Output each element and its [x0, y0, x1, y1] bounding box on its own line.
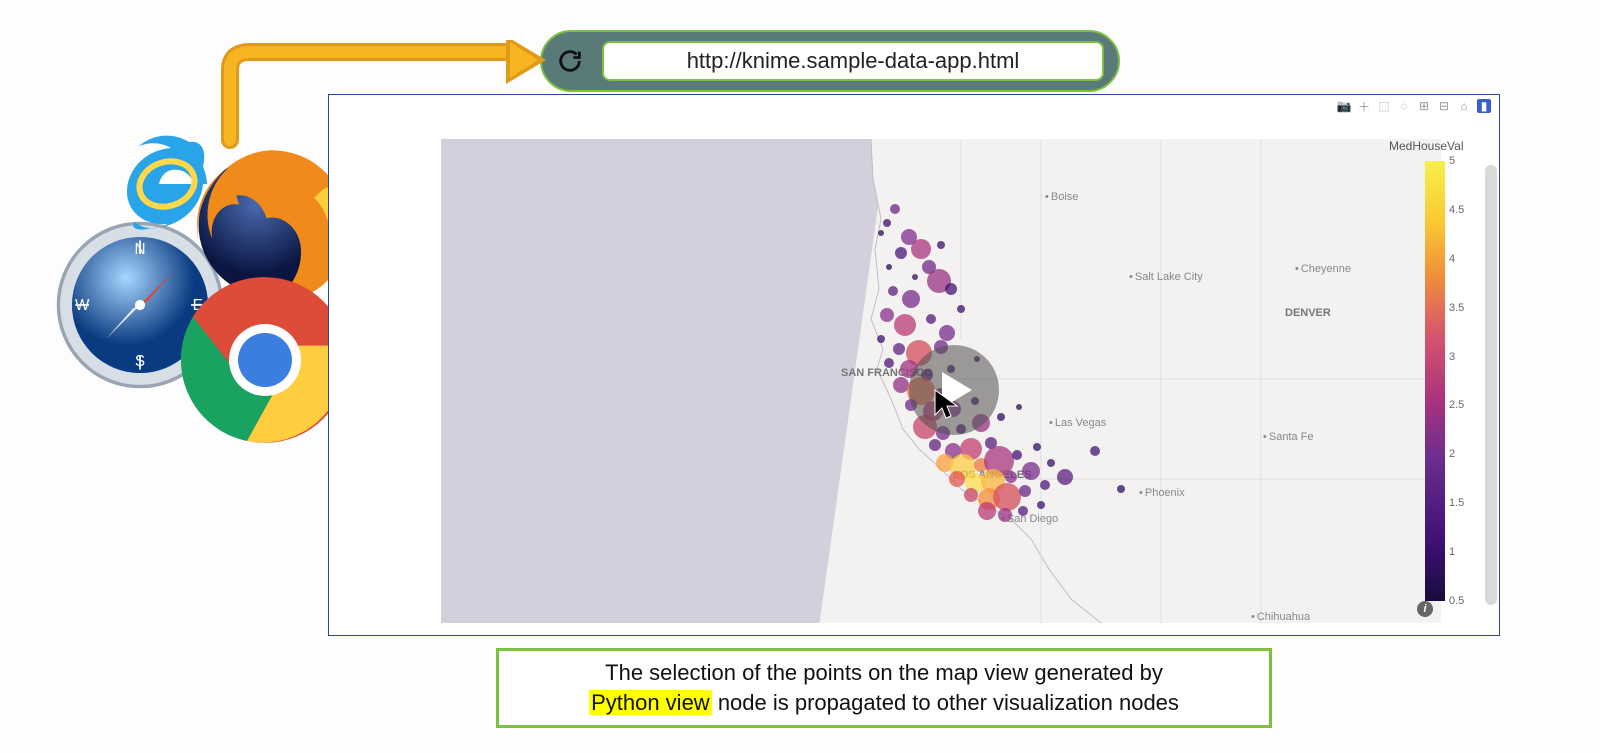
- data-point[interactable]: [926, 314, 936, 324]
- data-point[interactable]: [1033, 443, 1041, 451]
- add-box-icon[interactable]: ⊞: [1417, 99, 1431, 113]
- app-viewport: 📷 ＋ ⬚ ◌ ⊞ ⊟ ⌂ ▮ BoiseSalt Lake CityCheye…: [328, 94, 1500, 636]
- colorbar-tick: 0.5: [1449, 595, 1464, 607]
- url-field[interactable]: http://knime.sample-data-app.html: [602, 41, 1104, 81]
- data-point[interactable]: [894, 314, 916, 336]
- scrollbar[interactable]: [1485, 165, 1497, 605]
- data-point[interactable]: [957, 305, 965, 313]
- data-point[interactable]: [1047, 459, 1055, 467]
- data-point[interactable]: [949, 471, 965, 487]
- data-point[interactable]: [883, 219, 891, 227]
- data-point[interactable]: [890, 204, 900, 214]
- data-point[interactable]: [888, 286, 898, 296]
- box-select-icon[interactable]: ⬚: [1377, 99, 1391, 113]
- data-point[interactable]: [964, 488, 978, 502]
- colorbar-title: MedHouseVal: [1389, 139, 1463, 153]
- svg-text:N: N: [134, 241, 145, 258]
- colorbar-tick: 4.5: [1449, 204, 1464, 216]
- refresh-icon[interactable]: [556, 47, 584, 75]
- caption-highlight: Python view: [589, 690, 712, 715]
- caption-line1: The selection of the points on the map v…: [605, 658, 1163, 688]
- data-point[interactable]: [998, 508, 1012, 522]
- data-point[interactable]: [877, 335, 885, 343]
- colorbar-tick: 3: [1449, 351, 1455, 363]
- bar-chart-icon[interactable]: ▮: [1477, 99, 1491, 113]
- colorbar-tick: 2.5: [1449, 399, 1464, 411]
- colorbar: MedHouseVal 54.543.532.521.510.5: [1407, 141, 1469, 621]
- browser-address-bar: http://knime.sample-data-app.html: [540, 30, 1120, 92]
- colorbar-tick: 4: [1449, 253, 1455, 265]
- data-point[interactable]: [893, 343, 905, 355]
- data-point[interactable]: [997, 413, 1005, 421]
- data-point[interactable]: [886, 264, 892, 270]
- camera-icon[interactable]: 📷: [1337, 99, 1351, 113]
- data-point[interactable]: [1022, 462, 1040, 480]
- internet-explorer-icon: [115, 130, 215, 230]
- caption-line2: Python view node is propagated to other …: [589, 688, 1179, 718]
- data-point[interactable]: [937, 241, 945, 249]
- data-point[interactable]: [993, 483, 1021, 511]
- colorbar-tick: 3.5: [1449, 302, 1464, 314]
- data-point[interactable]: [929, 439, 941, 451]
- data-point[interactable]: [1016, 404, 1022, 410]
- data-point[interactable]: [911, 239, 931, 259]
- cursor-icon: [932, 387, 962, 421]
- colorbar-tick: 1.5: [1449, 497, 1464, 509]
- data-point[interactable]: [1117, 485, 1125, 493]
- data-point[interactable]: [1057, 469, 1073, 485]
- data-point[interactable]: [1037, 501, 1045, 509]
- colorbar-tick: 5: [1449, 155, 1455, 167]
- data-point[interactable]: [1040, 480, 1050, 490]
- data-point[interactable]: [939, 325, 955, 341]
- data-point[interactable]: [1019, 485, 1031, 497]
- data-point[interactable]: [912, 274, 918, 280]
- lasso-icon[interactable]: ◌: [1397, 99, 1411, 113]
- data-point[interactable]: [1012, 450, 1022, 460]
- caption-box: The selection of the points on the map v…: [496, 648, 1272, 728]
- data-point[interactable]: [878, 230, 884, 236]
- data-point[interactable]: [1018, 506, 1028, 516]
- colorbar-tick: 2: [1449, 448, 1455, 460]
- remove-box-icon[interactable]: ⊟: [1437, 99, 1451, 113]
- svg-text:S: S: [135, 353, 145, 370]
- data-point[interactable]: [880, 308, 894, 322]
- data-point[interactable]: [902, 290, 920, 308]
- home-icon[interactable]: ⌂: [1457, 99, 1471, 113]
- data-point[interactable]: [1005, 471, 1017, 483]
- data-point[interactable]: [884, 358, 894, 368]
- data-point[interactable]: [895, 247, 907, 259]
- data-point[interactable]: [978, 502, 996, 520]
- data-point[interactable]: [1090, 446, 1100, 456]
- caption-line2-rest: node is propagated to other visualizatio…: [712, 690, 1179, 715]
- colorbar-tick: 1: [1449, 546, 1455, 558]
- browser-icons-cluster: N S W E: [55, 130, 365, 450]
- svg-text:W: W: [75, 297, 90, 314]
- data-point[interactable]: [945, 283, 957, 295]
- plus-icon[interactable]: ＋: [1357, 99, 1371, 113]
- plotly-toolbar: 📷 ＋ ⬚ ◌ ⊞ ⊟ ⌂ ▮: [1337, 99, 1491, 113]
